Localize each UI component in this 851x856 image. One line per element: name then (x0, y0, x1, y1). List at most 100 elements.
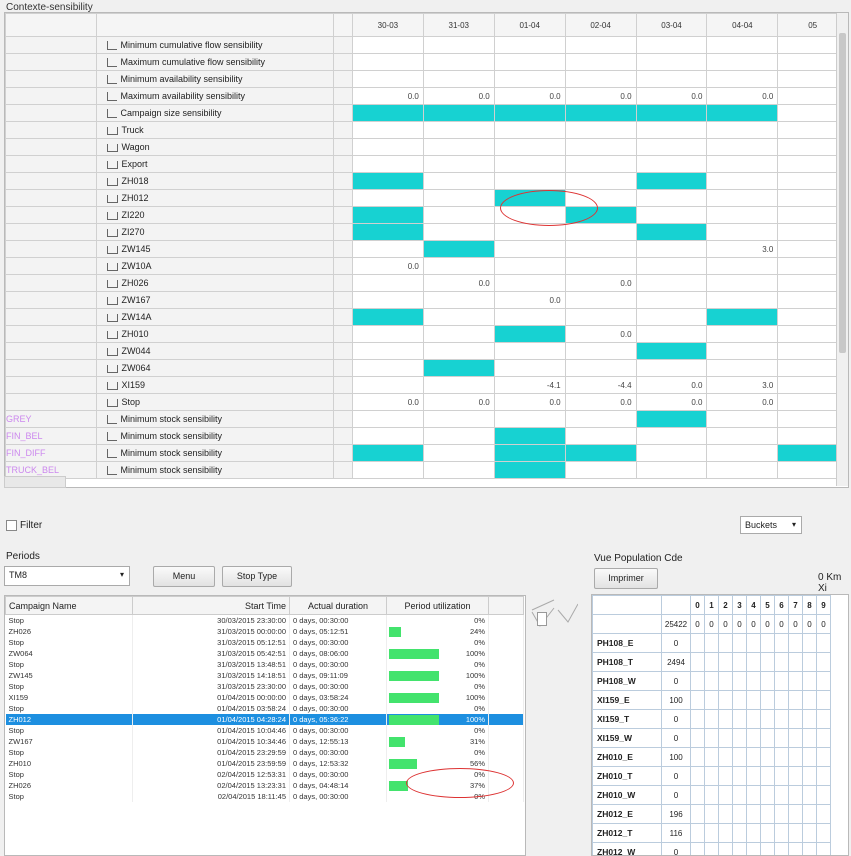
grid-cell[interactable] (707, 292, 778, 309)
table-row[interactable]: XI159 01/04/2015 00:00:00 0 days, 03:58:… (6, 692, 524, 703)
grid-cell-filled[interactable] (352, 173, 423, 190)
grid-cell[interactable] (352, 156, 423, 173)
row-label[interactable]: Campaign size sensibility (96, 105, 334, 122)
grid-cell[interactable] (565, 173, 636, 190)
grid-cell[interactable] (636, 462, 707, 479)
grid-cell[interactable] (352, 37, 423, 54)
population-cell[interactable] (817, 824, 831, 843)
grid-cell[interactable] (565, 428, 636, 445)
population-cell[interactable] (803, 691, 817, 710)
grid-cell[interactable] (423, 156, 494, 173)
grid-cell-filled[interactable] (636, 173, 707, 190)
grid-cell[interactable] (707, 275, 778, 292)
grid-cell[interactable] (352, 428, 423, 445)
population-cell[interactable] (775, 634, 789, 653)
population-cell[interactable] (691, 786, 705, 805)
grid-cell[interactable] (636, 258, 707, 275)
grid-cell-filled[interactable] (494, 326, 565, 343)
table-row[interactable]: ZW167 01/04/2015 10:34:46 0 days, 12:55:… (6, 736, 524, 747)
population-row[interactable]: XI159_T0 (593, 710, 831, 729)
population-cell[interactable] (705, 729, 719, 748)
grid-cell[interactable] (352, 54, 423, 71)
population-cell[interactable] (705, 824, 719, 843)
grid-cell[interactable] (707, 258, 778, 275)
grid-cell[interactable] (636, 241, 707, 258)
population-cell[interactable] (789, 691, 803, 710)
grid-cell[interactable] (352, 411, 423, 428)
grid-cell[interactable] (423, 190, 494, 207)
date-column-header[interactable]: 03-04 (636, 14, 707, 37)
population-cell[interactable] (789, 729, 803, 748)
population-cell[interactable] (719, 729, 733, 748)
grid-cell[interactable] (707, 343, 778, 360)
population-cell[interactable] (705, 748, 719, 767)
population-row[interactable]: PH108_W0 (593, 672, 831, 691)
grid-cell[interactable] (636, 139, 707, 156)
grid-cell[interactable] (352, 71, 423, 88)
grid-cell[interactable] (423, 224, 494, 241)
scroll-thumb[interactable] (839, 33, 846, 353)
col-period-utilization[interactable]: Period utilization (387, 597, 489, 615)
horizontal-scrollbar[interactable] (4, 476, 66, 488)
population-cell[interactable] (775, 824, 789, 843)
population-cell[interactable] (817, 653, 831, 672)
col-start-time[interactable]: Start Time (133, 597, 290, 615)
grid-cell[interactable] (707, 54, 778, 71)
population-cell[interactable] (803, 672, 817, 691)
population-cell[interactable] (775, 786, 789, 805)
row-label[interactable]: Export (96, 156, 334, 173)
date-column-header[interactable]: 01-04 (494, 14, 565, 37)
grid-cell[interactable]: 0.0 (636, 88, 707, 105)
population-cell[interactable] (691, 653, 705, 672)
grid-cell[interactable] (494, 54, 565, 71)
population-cell[interactable] (719, 805, 733, 824)
population-cell[interactable] (691, 767, 705, 786)
row-label[interactable]: Stop (96, 394, 334, 411)
collapse-handle[interactable] (537, 612, 547, 626)
date-column-header[interactable]: 02-04 (565, 14, 636, 37)
population-cell[interactable] (761, 729, 775, 748)
population-row[interactable]: XI159_E100 (593, 691, 831, 710)
date-column-header[interactable]: 30-03 (352, 14, 423, 37)
grid-cell-filled[interactable] (636, 224, 707, 241)
population-cell[interactable] (719, 710, 733, 729)
population-cell[interactable] (761, 767, 775, 786)
population-cell[interactable] (747, 786, 761, 805)
grid-cell[interactable] (565, 241, 636, 258)
grid-cell[interactable] (565, 360, 636, 377)
grid-cell[interactable] (636, 54, 707, 71)
population-cell[interactable] (803, 748, 817, 767)
population-cell[interactable] (817, 786, 831, 805)
table-row[interactable]: Stop 30/03/2015 23:30:00 0 days, 00:30:0… (6, 615, 524, 627)
table-row[interactable]: Stop 01/04/2015 23:29:59 0 days, 00:30:0… (6, 747, 524, 758)
grid-cell[interactable] (707, 190, 778, 207)
population-cell[interactable] (789, 748, 803, 767)
grid-cell[interactable]: 0.0 (565, 275, 636, 292)
population-cell[interactable] (747, 691, 761, 710)
grid-cell-filled[interactable] (565, 445, 636, 462)
grid-cell[interactable] (565, 224, 636, 241)
grid-cell[interactable] (494, 309, 565, 326)
population-cell[interactable] (747, 824, 761, 843)
grid-cell[interactable] (352, 462, 423, 479)
filter-checkbox[interactable] (6, 520, 17, 531)
grid-cell-filled[interactable] (636, 343, 707, 360)
row-label[interactable]: ZW044 (96, 343, 334, 360)
population-cell[interactable] (761, 748, 775, 767)
grid-cell[interactable] (423, 445, 494, 462)
population-cell[interactable] (775, 805, 789, 824)
grid-cell-filled[interactable] (707, 105, 778, 122)
grid-cell[interactable] (494, 139, 565, 156)
row-label[interactable]: Minimum stock sensibility (96, 445, 334, 462)
population-row[interactable]: PH108_E0 (593, 634, 831, 653)
population-cell[interactable] (691, 672, 705, 691)
row-label[interactable]: ZH012 (96, 190, 334, 207)
population-cell[interactable] (705, 653, 719, 672)
grid-cell[interactable] (565, 309, 636, 326)
population-cell[interactable] (719, 672, 733, 691)
menu-button[interactable]: Menu (153, 566, 215, 587)
population-cell[interactable] (705, 786, 719, 805)
population-cell[interactable] (803, 767, 817, 786)
row-label[interactable]: ZW14A (96, 309, 334, 326)
population-cell[interactable] (789, 634, 803, 653)
